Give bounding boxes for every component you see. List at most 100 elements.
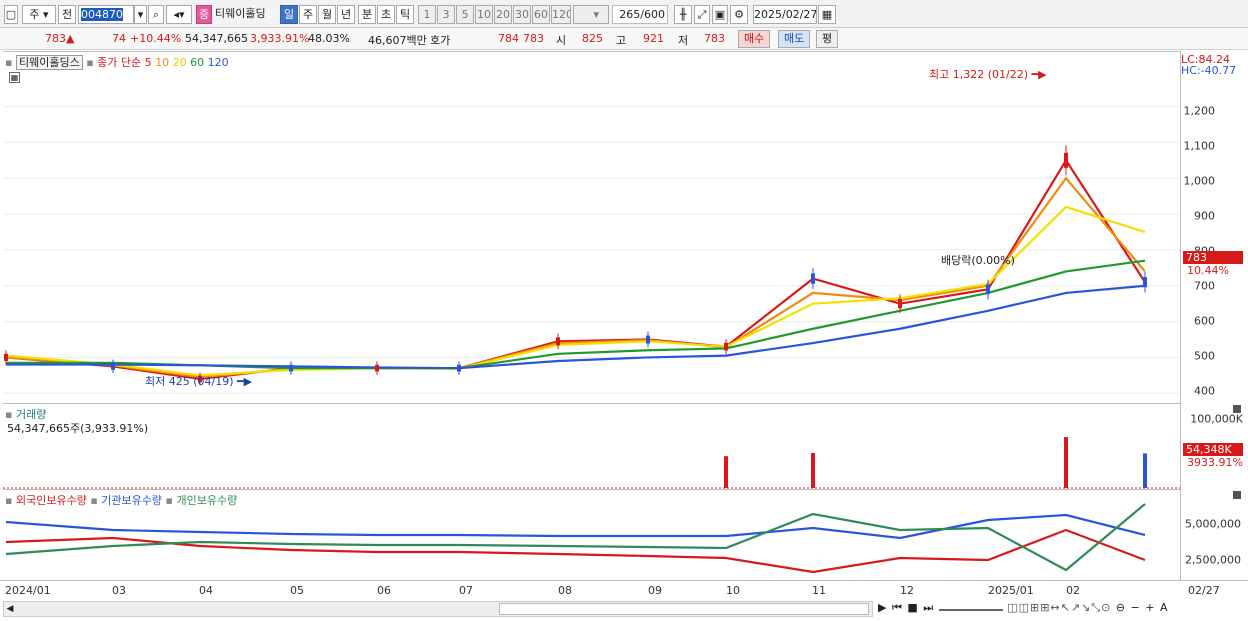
interval-second[interactable]: 초 bbox=[377, 5, 395, 24]
panel-title[interactable]: 티웨이홀딩스 bbox=[15, 55, 83, 70]
custom-interval-select[interactable]: ▾ bbox=[573, 5, 609, 24]
calendar-icon[interactable]: ▦ bbox=[818, 5, 836, 24]
last-icon[interactable]: ⏭ bbox=[923, 601, 934, 614]
window-icon[interactable]: ▢ bbox=[4, 5, 18, 24]
change-percent: +10.44% bbox=[130, 32, 182, 45]
minus-icon[interactable]: − bbox=[1131, 601, 1141, 614]
up-triangle-icon: ▲ bbox=[66, 32, 75, 45]
zoom-out-icon[interactable]: ⊖ bbox=[1116, 601, 1126, 614]
volume-value-line: 54,347,665주(3,933.91%) bbox=[7, 422, 149, 435]
speaker-icon[interactable]: ◂▾ bbox=[166, 5, 192, 24]
minute-120[interactable]: 120 bbox=[551, 5, 571, 24]
scroll-right-icon[interactable]: ▶ bbox=[878, 601, 887, 614]
code-input[interactable]: 004870 bbox=[78, 5, 134, 24]
institution-line bbox=[5, 513, 1146, 540]
ma-legend-120: 120 bbox=[207, 56, 229, 69]
x-label: 02 bbox=[1066, 584, 1080, 597]
ma-line-10 bbox=[5, 176, 1146, 379]
candle-icon[interactable]: ╫ bbox=[674, 5, 692, 24]
count-value: 265 bbox=[619, 8, 641, 21]
crosshair-icon[interactable]: ⤢ bbox=[694, 5, 710, 24]
interval-tick[interactable]: 틱 bbox=[396, 5, 414, 24]
minute-3[interactable]: 3 bbox=[437, 5, 455, 24]
holder-y-axis: 5,000,000 2,500,000 bbox=[1180, 489, 1245, 581]
interval-week[interactable]: 주 bbox=[299, 5, 317, 24]
horizontal-scrollbar[interactable]: ◀ bbox=[3, 601, 873, 617]
tool-icons[interactable]: ◫◫⊞⊞↔↖↗↘⤡⊙ bbox=[1007, 601, 1111, 614]
volume-percent: 3,933.91% bbox=[250, 32, 310, 45]
count-field[interactable]: 265/600 bbox=[612, 5, 668, 24]
x-label: 06 bbox=[377, 584, 391, 597]
period-type-button[interactable]: 전 bbox=[58, 5, 76, 24]
plus-icon[interactable]: + bbox=[1145, 601, 1155, 614]
nav-controls: ▶ ⏮ ■ ⏭ ◫◫⊞⊞↔↖↗↘⤡⊙ ⊖ − + A bbox=[878, 601, 1168, 615]
interval-year[interactable]: 년 bbox=[337, 5, 355, 24]
panel-close-icon[interactable] bbox=[1233, 491, 1241, 499]
price-y-axis: LC:84.24 HC:-40.77 1,200 1,100 1,000 900… bbox=[1180, 51, 1245, 403]
low-note: 최저 425 (04/19) ━▶ bbox=[145, 375, 253, 388]
high-price: 921 bbox=[643, 32, 664, 45]
panel-title-row: ▪ 티웨이홀딩스 ▪ 종가 단순 5 10 20 60 120 bbox=[5, 54, 229, 70]
minute-60[interactable]: 60 bbox=[532, 5, 550, 24]
x-label: 02/27 bbox=[1188, 584, 1220, 597]
turnover-rate: 48.03% bbox=[308, 32, 350, 45]
holder-panel[interactable]: ▪ 외국인보유수량 ▪ 기관보유수량 ▪ 개인보유수량 bbox=[3, 489, 1180, 581]
minute-5[interactable]: 5 bbox=[456, 5, 474, 24]
ask-price: 784 bbox=[498, 32, 519, 45]
legend-sep-icon: ▪ bbox=[90, 494, 98, 507]
legend-individual: 개인보유수량 bbox=[176, 494, 238, 507]
interval-minute[interactable]: 분 bbox=[358, 5, 376, 24]
ma-legend-5: 5 bbox=[144, 56, 152, 69]
low-price: 783 bbox=[704, 32, 725, 45]
market-select[interactable]: 주 ▾ bbox=[22, 5, 56, 24]
sell-button[interactable]: 매도 bbox=[778, 30, 811, 48]
volume-value: 54,347,665 bbox=[185, 32, 248, 45]
candle-body bbox=[556, 337, 560, 346]
low-label: 저 bbox=[678, 34, 689, 47]
volume-panel[interactable]: ▪ 거래량 54,347,665주(3,933.91%) bbox=[3, 403, 1180, 489]
candle-body bbox=[289, 364, 293, 372]
stop-icon[interactable]: ■ bbox=[907, 601, 918, 614]
toolbar: ▢ 주 ▾ 전 004870 ▾ ⌕ ◂▾ 증 티웨이홀딩 일 주 월 년 분 … bbox=[0, 0, 1248, 28]
legend-institution: 기관보유수량 bbox=[101, 494, 163, 507]
table-icon[interactable]: ▦ bbox=[9, 72, 20, 83]
scroll-thumb[interactable] bbox=[499, 603, 869, 615]
bid-price: 783 bbox=[523, 32, 544, 45]
first-icon[interactable]: ⏮ bbox=[892, 601, 903, 614]
legend-sep-icon: ▪ bbox=[165, 494, 173, 507]
stock-name: 티웨이홀딩 bbox=[213, 5, 279, 24]
candle-body bbox=[1143, 277, 1147, 288]
legend-foreign: 외국인보유수량 bbox=[15, 494, 87, 507]
interval-month[interactable]: 월 bbox=[318, 5, 336, 24]
date-input[interactable]: 2025/02/27 bbox=[753, 5, 817, 24]
ma-legend-60: 60 bbox=[190, 56, 205, 69]
gear-icon[interactable]: ⚙ bbox=[730, 5, 748, 24]
save-icon[interactable]: ▣ bbox=[712, 5, 728, 24]
current-price: 783 bbox=[45, 32, 66, 45]
interval-day[interactable]: 일 bbox=[280, 5, 298, 24]
minute-30[interactable]: 30 bbox=[513, 5, 531, 24]
panel-menu-icon[interactable]: ▪ bbox=[5, 56, 12, 69]
panel-menu-icon[interactable]: ▪ bbox=[5, 494, 12, 507]
eval-button[interactable]: 평 bbox=[816, 30, 839, 48]
zoom-slider[interactable] bbox=[938, 605, 1003, 611]
change-value: 74 bbox=[112, 32, 126, 45]
buy-button[interactable]: 매수 bbox=[738, 30, 771, 48]
price-panel[interactable]: ▪ 티웨이홀딩스 ▪ 종가 단순 5 10 20 60 120 ▦ 최고 1,3… bbox=[3, 51, 1180, 403]
y-tick: 900 bbox=[1194, 209, 1215, 223]
search-icon[interactable]: ⌕ bbox=[148, 5, 164, 24]
x-label: 12 bbox=[900, 584, 914, 597]
minute-20[interactable]: 20 bbox=[494, 5, 512, 24]
high-note-text: 최고 1,322 (01/22) bbox=[929, 68, 1029, 81]
open-price: 825 bbox=[582, 32, 603, 45]
minute-1[interactable]: 1 bbox=[418, 5, 436, 24]
candle-body bbox=[898, 299, 902, 309]
minute-10[interactable]: 10 bbox=[475, 5, 493, 24]
candle-body bbox=[111, 362, 115, 370]
scroll-left-icon[interactable]: ◀ bbox=[4, 602, 16, 616]
y-tick: 1,200 bbox=[1183, 104, 1216, 118]
volume-chart bbox=[3, 437, 1180, 489]
code-dropdown-icon[interactable]: ▾ bbox=[134, 5, 147, 24]
volume-y-axis: 100,000K 54,348K 3933.91% bbox=[1180, 403, 1245, 489]
font-icon[interactable]: A bbox=[1160, 601, 1169, 614]
